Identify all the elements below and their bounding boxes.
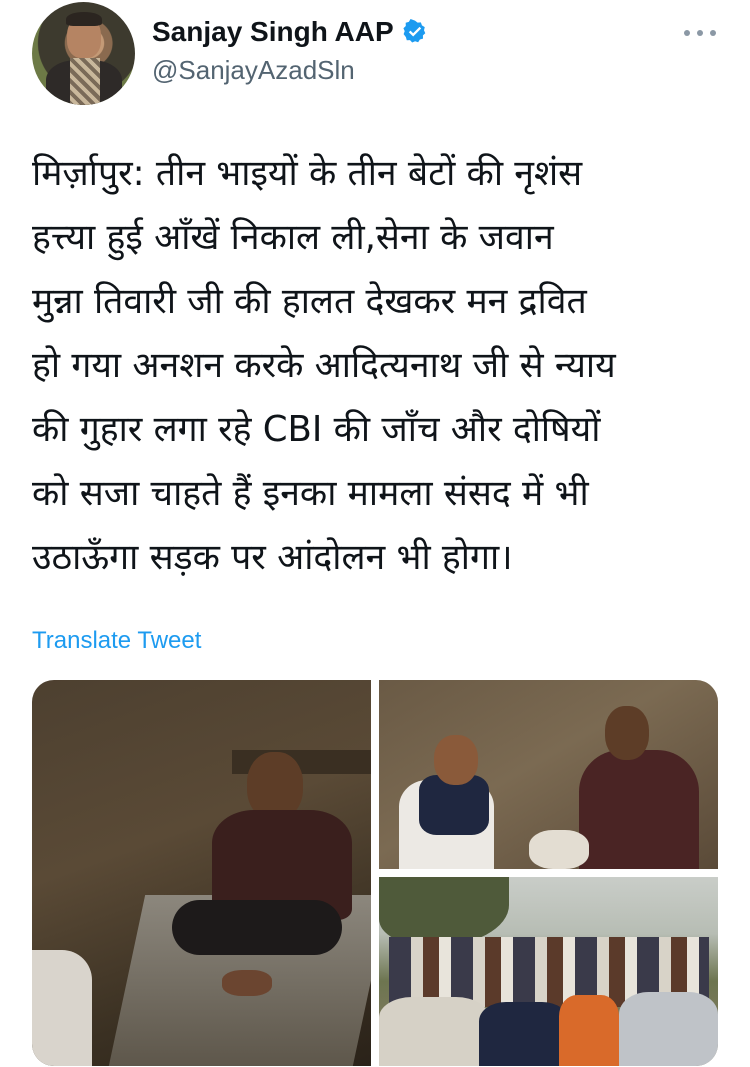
author-handle[interactable]: @SanjayAzadSln xyxy=(152,55,355,86)
tweet-text: मिर्ज़ापुर: तीन भाइयों के तीन बेटों की न… xyxy=(32,153,616,578)
tweet-media-grid xyxy=(32,680,718,1066)
cloth-bundle xyxy=(529,830,589,869)
verified-badge-icon xyxy=(403,19,425,43)
more-dot xyxy=(710,30,716,36)
media-photo-1[interactable] xyxy=(32,680,371,1066)
avatar-hair xyxy=(66,12,102,26)
crowd-front-left xyxy=(379,997,489,1066)
person-feet xyxy=(222,970,272,996)
author-display-name[interactable]: Sanjay Singh AAP xyxy=(152,16,394,48)
media-photo-3[interactable] xyxy=(379,877,718,1066)
media-photo-2[interactable] xyxy=(379,680,718,869)
more-dots-icon[interactable] xyxy=(684,26,716,40)
more-dot xyxy=(684,30,690,36)
person-right-head xyxy=(605,706,649,760)
person-legs xyxy=(172,900,342,955)
crowd-front-center xyxy=(479,1002,569,1066)
person-left-head xyxy=(434,735,478,785)
person-right-body xyxy=(579,750,699,869)
translate-tweet-link[interactable]: Translate Tweet xyxy=(32,627,201,655)
author-name-row: Sanjay Singh AAP xyxy=(152,14,428,50)
avatar-scarf xyxy=(70,58,100,105)
avatar[interactable] xyxy=(32,2,135,105)
foreground-cloth xyxy=(32,950,92,1066)
more-dot xyxy=(697,30,703,36)
crowd-front-right xyxy=(619,992,718,1066)
crowd-front-orange xyxy=(559,995,619,1066)
